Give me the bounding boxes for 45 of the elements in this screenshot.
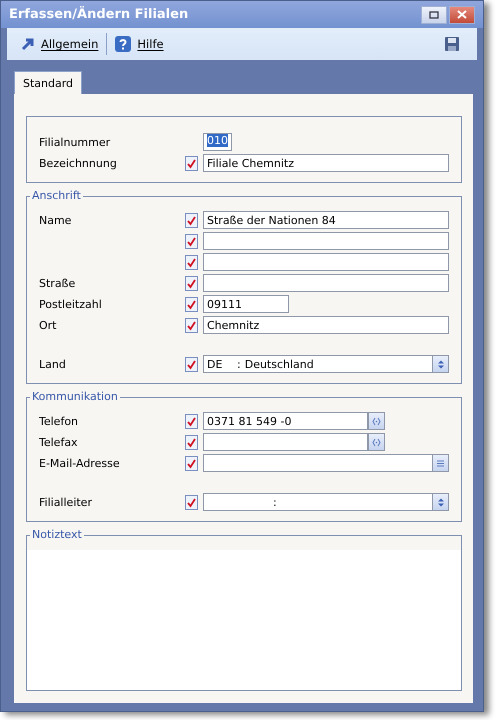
field-label: Postleitzahl (39, 298, 102, 310)
input-field[interactable]: Chemnitz (203, 316, 449, 334)
field-label: Filialleiter (39, 496, 92, 508)
arrow-icon (21, 37, 35, 51)
spin-button[interactable] (432, 355, 449, 373)
list-icon (436, 458, 445, 468)
input-field[interactable] (203, 253, 449, 271)
dial-icon (372, 416, 381, 426)
input-field[interactable]: DE : Deutschland (203, 355, 432, 373)
input-field[interactable]: 010 (203, 133, 232, 151)
dial-button[interactable] (368, 412, 385, 430)
dial-button[interactable] (368, 433, 385, 451)
restore-icon (429, 10, 439, 18)
field-label: Land (39, 358, 66, 370)
field-label: Straße (39, 276, 76, 290)
field-label: Telefon (39, 414, 78, 428)
toolbar-button[interactable]: Hilfe (113, 34, 166, 54)
help-icon (115, 36, 132, 52)
input-field[interactable]: 09111 (203, 295, 289, 313)
field-label: Bezeichnnung (39, 156, 117, 170)
field-label: Filialnummer (39, 136, 110, 148)
input-field[interactable]: 0371 81 549 -0 (203, 412, 368, 430)
spin-button[interactable] (432, 493, 449, 511)
close-button[interactable] (449, 6, 475, 24)
field-label: Name (39, 214, 72, 226)
toolbar-button[interactable]: Allgemein (19, 35, 100, 53)
input-field[interactable]: Filiale Chemnitz (203, 154, 449, 172)
field-label: E-Mail-Adresse (39, 456, 120, 470)
window-title: Erfassen/Ändern Filialen (9, 7, 190, 22)
input-field[interactable] (203, 274, 449, 292)
up-down-arrows-icon (436, 496, 444, 508)
field-label: Telefax (39, 436, 78, 448)
up-down-arrows-icon (436, 358, 444, 370)
close-icon (457, 10, 467, 19)
dial-icon (372, 438, 381, 446)
tab[interactable]: Standard (14, 71, 82, 94)
input-field[interactable] (203, 232, 449, 250)
list-button[interactable] (432, 454, 449, 472)
restore-button[interactable] (421, 6, 447, 24)
input-field[interactable]: : (203, 493, 432, 511)
field-label: Ort (39, 318, 56, 332)
save-icon[interactable] (445, 37, 459, 51)
input-field[interactable] (203, 454, 432, 472)
input-field[interactable]: Straße der Nationen 84 (203, 211, 449, 229)
input-field[interactable] (203, 433, 368, 451)
